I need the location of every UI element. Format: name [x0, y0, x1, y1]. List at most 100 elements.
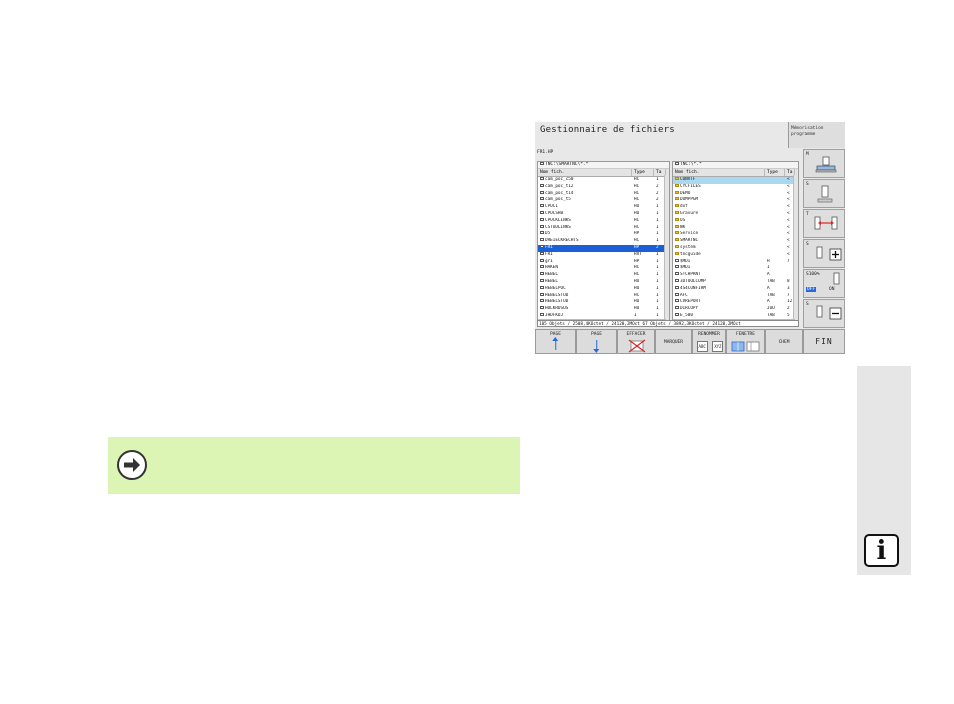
- file-row[interactable]: tncguide <: [673, 251, 798, 259]
- file-icon: [540, 251, 544, 255]
- file-name: FR1: [538, 251, 632, 259]
- file-row[interactable]: D5 HP 1: [538, 231, 669, 238]
- file-name: 4S4CONFIRM: [673, 285, 765, 293]
- file-row[interactable]: DEMO <: [673, 190, 798, 198]
- file-row[interactable]: Gravure <: [673, 210, 798, 218]
- col-type[interactable]: Type: [632, 169, 654, 176]
- file-name: HEBELSTUD: [538, 292, 632, 300]
- file-row[interactable]: Service <: [673, 231, 798, 238]
- file-name: SMARTNC: [673, 238, 765, 245]
- file-row[interactable]: CPOCKLINKS HC 1: [538, 217, 669, 225]
- file-row[interactable]: SMARTNC <: [673, 238, 798, 245]
- end-softkey[interactable]: FIN: [803, 329, 845, 354]
- file-row[interactable]: cam_poc_t14 HC 2: [538, 190, 669, 198]
- file-icon: [675, 312, 679, 316]
- file-row[interactable]: OS <: [673, 217, 798, 225]
- file-name: DIRCOPY: [673, 306, 765, 313]
- vsoftkey-m[interactable]: M: [803, 149, 845, 178]
- file-row[interactable]: CYCFILES <: [673, 183, 798, 191]
- file-type: HP: [634, 231, 640, 237]
- file-row[interactable]: HEBELSTUD HU 1: [538, 299, 669, 306]
- softkey-bar: PAGE PAGE EFFACER MARQUER RENOMMER ABC X…: [535, 329, 845, 354]
- window-softkey[interactable]: FENETRE: [726, 329, 765, 354]
- file-row[interactable]: DREIECKRECHTS HC 1: [538, 238, 669, 245]
- folder-icon: [675, 231, 679, 235]
- page-up-softkey[interactable]: PAGE: [535, 329, 576, 354]
- col-name[interactable]: Nom fich.: [673, 169, 765, 176]
- file-row[interactable]: HAKEN HC 1: [538, 265, 669, 272]
- left-file-panel[interactable]: TNC:\SMARTNC\*.* Nom fich. Type Ta cam_p…: [537, 161, 670, 325]
- file-row[interactable]: dxf <: [673, 204, 798, 211]
- file-row[interactable]: cam_poc_t12 HC 2: [538, 183, 669, 191]
- file-row[interactable]: CONVTF <: [673, 177, 798, 184]
- arrow-down-icon: [593, 340, 599, 353]
- file-row[interactable]: DIRCOPY JOU 2: [673, 306, 798, 313]
- rename-softkey[interactable]: RENOMMER ABC XYZ: [692, 329, 726, 354]
- vsoftkey-spindle-minus[interactable]: S: [803, 299, 845, 328]
- file-row[interactable]: HEBELSTUD HC 1: [538, 292, 669, 300]
- file-row[interactable]: NK <: [673, 224, 798, 232]
- file-row[interactable]: STCHPRNT A: [673, 272, 798, 279]
- file-row[interactable]: CPOCSHB HU 1: [538, 210, 669, 218]
- vsoftkey-t[interactable]: T: [803, 209, 845, 238]
- file-row[interactable]: $MDI I: [673, 265, 798, 272]
- file-row[interactable]: CPOC1 HU 1: [538, 204, 669, 211]
- vsoftkey-s[interactable]: S: [803, 179, 845, 208]
- file-type: TAB: [767, 292, 775, 298]
- folder-icon: [675, 224, 679, 228]
- file-name: CPOC1: [538, 204, 632, 211]
- file-row[interactable]: AFC TAB 7: [673, 292, 798, 300]
- file-name: NK: [673, 224, 765, 232]
- info-icon: i: [864, 534, 899, 567]
- file-row[interactable]: CSTUDLINKS HC 1: [538, 224, 669, 232]
- file-row[interactable]: 4S4CONFIRM A 3: [673, 285, 798, 293]
- right-vertical-scrollbar[interactable]: [793, 175, 798, 321]
- file-type: [765, 191, 785, 198]
- page-down-softkey[interactable]: PAGE: [576, 329, 617, 354]
- folder-icon: [675, 251, 679, 255]
- file-type: HP: [634, 244, 640, 250]
- file-type: HC: [634, 177, 640, 182]
- file-row[interactable]: HEBEL HC 1: [538, 272, 669, 279]
- file-icon: [540, 278, 544, 282]
- file-name: D5: [538, 231, 632, 238]
- vsoftkey-spindle-plus[interactable]: S: [803, 239, 845, 268]
- file-name: Service: [673, 231, 765, 238]
- delete-softkey[interactable]: EFFACER: [617, 329, 655, 354]
- file-row[interactable]: HEBEL HU 1: [538, 278, 669, 286]
- file-row[interactable]: FR1 HVT 1: [538, 251, 669, 259]
- file-row[interactable]: cam_poc_c50 HC 1: [538, 177, 669, 184]
- file-row[interactable]: gr1 HP 1: [538, 258, 669, 266]
- file-name: HEBELSTUD: [538, 299, 632, 306]
- left-vertical-scrollbar[interactable]: [664, 175, 669, 321]
- file-row[interactable]: system <: [673, 244, 798, 252]
- rename-icon: ABC XYZ: [695, 341, 725, 352]
- file-icon: [540, 244, 544, 248]
- file-row[interactable]: cam_poc_t5 HC 2: [538, 197, 669, 204]
- file-row[interactable]: HOLKRDSUS HU 1: [538, 306, 669, 313]
- title-bar: Gestionnaire de fichiers: [535, 122, 787, 148]
- note-box: [108, 437, 520, 494]
- right-file-panel[interactable]: TNC:\*.* Nom fich. Type Ta CONVTF < CYCFIL…: [672, 161, 799, 325]
- file-icon: [540, 299, 544, 303]
- file-type: HC: [634, 197, 640, 203]
- file-row[interactable]: DUMPPGM <: [673, 197, 798, 204]
- col-name[interactable]: Nom fich.: [538, 169, 632, 176]
- right-column-header: Nom fich. Type Ta: [673, 169, 798, 177]
- file-name: HEBELPOC: [538, 285, 632, 293]
- file-row[interactable]: FR1 HP 2: [538, 244, 669, 252]
- file-row[interactable]: CVREPORT A 12: [673, 299, 798, 306]
- file-row[interactable]: $MDI H 7: [673, 258, 798, 266]
- file-name: cam_poc_t5: [538, 197, 632, 204]
- mark-softkey[interactable]: MARQUER: [655, 329, 692, 354]
- delete-icon: [628, 339, 646, 353]
- vsoftkey-override-toggle[interactable]: S100% OFF ON: [803, 269, 845, 298]
- file-icon: [540, 265, 544, 269]
- file-name: HOLKRDSUS: [538, 306, 632, 313]
- file-icon: [540, 177, 544, 180]
- col-type[interactable]: Type: [765, 169, 785, 176]
- file-row[interactable]: HEBELPOC HU 1: [538, 285, 669, 293]
- path-softkey[interactable]: CHEM: [765, 329, 803, 354]
- override-off-on-icon: [833, 272, 840, 285]
- file-row[interactable]: 3DTOOLCOMP TAB 8: [673, 278, 798, 286]
